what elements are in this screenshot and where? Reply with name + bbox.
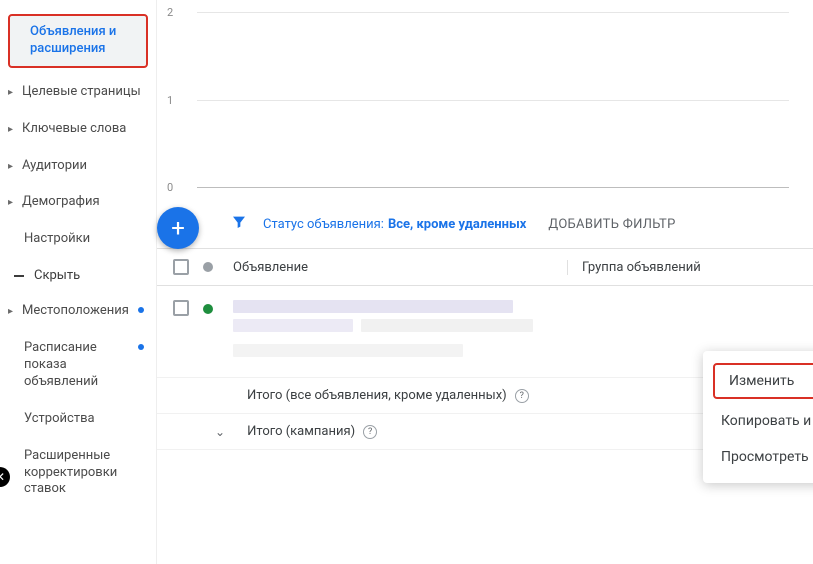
column-header-ad[interactable]: Объявление — [233, 260, 567, 275]
filter-status-value[interactable]: Все, кроме удаленных — [388, 217, 526, 232]
sidebar-item-label: Устройства — [24, 411, 144, 428]
sidebar-item-ad-schedule[interactable]: Расписание показа объявлений — [0, 330, 156, 401]
sidebar-item-label: Демография — [22, 194, 144, 211]
sidebar-item-audiences[interactable]: ▸ Аудитории — [0, 148, 156, 185]
sidebar-item-label: Настройки — [24, 231, 144, 248]
chart-gridline — [197, 100, 789, 101]
column-header-group[interactable]: Группа объявлений — [567, 260, 813, 275]
context-menu-copy-edit[interactable]: Копировать и изменить — [703, 403, 813, 439]
chevron-right-icon: ▸ — [8, 196, 22, 209]
sidebar-item-demographics[interactable]: ▸ Демография — [0, 184, 156, 221]
status-enabled-icon — [203, 304, 213, 314]
menu-item-label: Копировать и изменить — [721, 413, 813, 429]
add-filter-button[interactable]: ДОБАВИТЬ ФИЛЬТР — [548, 217, 675, 232]
sidebar: Объявления и расширения ▸ Целевые страни… — [0, 0, 157, 564]
sidebar-collapse-toggle[interactable]: Скрыть — [0, 258, 156, 293]
filter-status-label[interactable]: Статус объявления: — [263, 217, 384, 232]
chart-area: 2 1 0 — [157, 0, 813, 200]
filter-icon[interactable] — [231, 214, 247, 234]
status-column-icon[interactable] — [203, 262, 213, 272]
sidebar-item-keywords[interactable]: ▸ Ключевые слова — [0, 111, 156, 148]
chevron-right-icon: ▸ — [8, 86, 22, 99]
indicator-dot-icon — [138, 307, 144, 313]
sidebar-item-devices[interactable]: Устройства — [0, 401, 156, 438]
filter-bar: Статус объявления: Все, кроме удаленных … — [157, 200, 813, 248]
y-axis-tick: 1 — [167, 94, 173, 107]
row-checkbox[interactable] — [173, 300, 189, 316]
y-axis-tick: 2 — [167, 6, 173, 19]
redacted-text — [361, 319, 533, 332]
summary-label: Итого (все объявления, кроме удаленных) — [247, 388, 507, 403]
chart-axis — [197, 187, 789, 188]
sidebar-item-locations[interactable]: ▸ Местоположения — [0, 293, 156, 330]
plus-icon: + — [171, 214, 185, 242]
sidebar-item-label: Расширенные корректировки ставок — [24, 448, 144, 499]
redacted-text — [233, 344, 463, 357]
help-icon[interactable]: ? — [363, 425, 377, 439]
sidebar-item-settings[interactable]: Настройки — [0, 221, 156, 258]
redacted-text — [233, 319, 353, 332]
y-axis-tick: 0 — [167, 181, 173, 194]
redacted-text — [233, 300, 513, 313]
minus-icon — [14, 275, 24, 277]
context-menu-history[interactable]: Просмотреть историю версий — [703, 439, 813, 475]
sidebar-item-label: Объявления и расширения — [30, 24, 136, 58]
sidebar-item-label: Местоположения — [22, 303, 138, 320]
chart-gridline — [197, 12, 789, 13]
main-content: 2 1 0 + Статус объявления: Все, кроме уд… — [157, 0, 813, 564]
menu-item-label: Изменить — [729, 373, 794, 389]
context-menu: Изменить Копировать и изменить Просмотре… — [703, 351, 813, 483]
chevron-right-icon: ▸ — [8, 160, 22, 173]
sidebar-item-label: Аудитории — [22, 158, 144, 175]
chevron-down-icon: ⌄ — [215, 425, 225, 439]
indicator-dot-icon — [138, 344, 144, 350]
context-menu-edit[interactable]: Изменить — [713, 363, 813, 399]
add-button[interactable]: + — [157, 207, 199, 249]
sidebar-item-ads-extensions[interactable]: Объявления и расширения — [8, 14, 148, 68]
table-header: Объявление Группа объявлений — [157, 248, 813, 286]
sidebar-item-label: Ключевые слова — [22, 121, 144, 138]
summary-label: Итого (кампания) — [247, 424, 355, 439]
sidebar-item-bid-adjustments[interactable]: Расширенные корректировки ставок — [0, 438, 156, 509]
help-icon[interactable]: ? — [515, 389, 529, 403]
ad-preview — [233, 300, 533, 363]
select-all-checkbox[interactable] — [173, 259, 189, 275]
sidebar-item-label: Расписание показа объявлений — [24, 340, 138, 391]
chevron-right-icon: ▸ — [8, 305, 22, 318]
sidebar-collapse-label: Скрыть — [34, 268, 80, 283]
menu-item-label: Просмотреть историю версий — [721, 449, 813, 465]
sidebar-item-landing-pages[interactable]: ▸ Целевые страницы — [0, 74, 156, 111]
chevron-right-icon: ▸ — [8, 123, 22, 136]
sidebar-item-label: Целевые страницы — [22, 84, 144, 101]
